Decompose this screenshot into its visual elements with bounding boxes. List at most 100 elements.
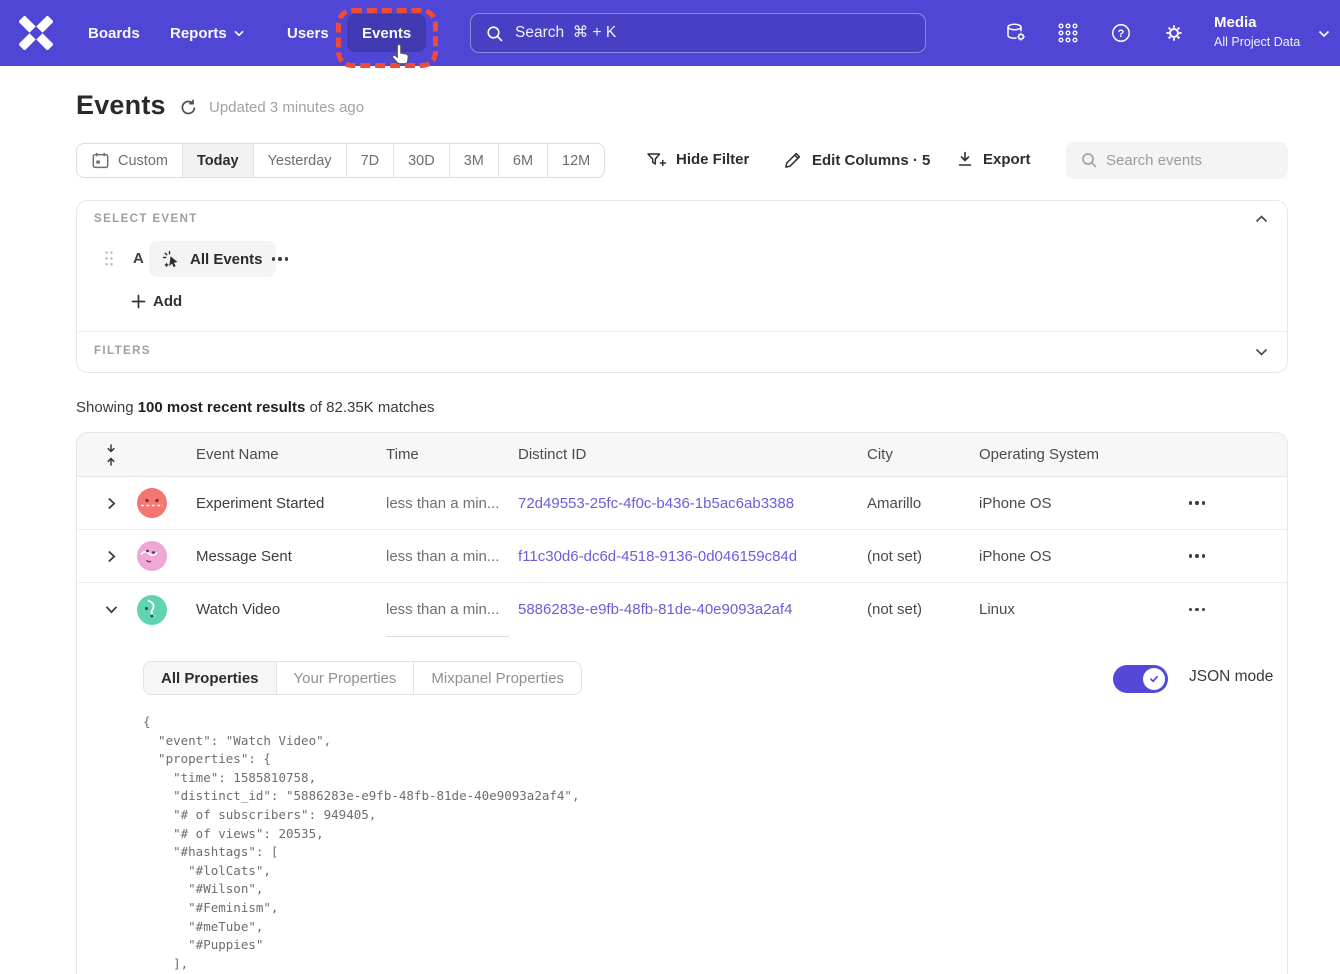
date-option-today[interactable]: Today (182, 144, 253, 177)
event-options-button[interactable] (266, 241, 294, 277)
event-name-cell: Watch Video (181, 601, 386, 618)
date-range-selector: Custom Today Yesterday 7D 30D 3M 6M 12M (76, 143, 605, 178)
properties-tabs: All Properties Your Properties Mixpanel … (143, 661, 582, 695)
tab-your-properties[interactable]: Your Properties (276, 662, 414, 694)
event-selector-chip[interactable]: All Events (149, 241, 276, 277)
column-header-os[interactable]: Operating System (979, 446, 1157, 463)
date-option-3m[interactable]: 3M (449, 144, 498, 177)
apps-grid-icon[interactable] (1056, 21, 1080, 45)
divider (77, 331, 1287, 332)
column-header-event-name[interactable]: Event Name (181, 446, 386, 463)
distinct-id-link[interactable]: 5886283e-e9fb-48fb-81de-40e9093a2af4 (518, 601, 867, 618)
event-name-cell: Experiment Started (181, 495, 386, 512)
add-event-button[interactable]: Add (131, 293, 182, 310)
chevron-down-icon[interactable] (1255, 348, 1268, 356)
row-menu-button[interactable] (1183, 602, 1211, 617)
chevron-right-icon[interactable] (107, 497, 116, 510)
date-option-30d[interactable]: 30D (393, 144, 449, 177)
row-menu-button[interactable] (1183, 495, 1211, 510)
time-cell: less than a min... (386, 601, 518, 618)
event-chip-label: All Events (190, 251, 263, 268)
os-cell: iPhone OS (979, 495, 1157, 512)
hide-filter-button[interactable]: Hide Filter (646, 150, 749, 169)
global-search-input[interactable] (471, 14, 925, 52)
events-search-box[interactable] (1066, 142, 1288, 179)
project-switcher[interactable]: Media All Project Data (1214, 13, 1300, 52)
tab-all-properties[interactable]: All Properties (144, 662, 276, 694)
events-table: Event Name Time Distinct ID City Operati… (76, 432, 1288, 974)
tab-mixpanel-properties[interactable]: Mixpanel Properties (413, 662, 581, 694)
project-scope: All Project Data (1214, 33, 1300, 52)
column-header-city[interactable]: City (867, 446, 979, 463)
mixpanel-logo-icon[interactable] (19, 16, 53, 50)
svg-text:?: ? (1118, 28, 1125, 40)
date-option-6m[interactable]: 6M (498, 144, 547, 177)
chevron-down-icon[interactable] (105, 605, 118, 614)
top-navigation-bar: Boards Reports Users Events (0, 0, 1340, 66)
help-icon[interactable]: ? (1109, 21, 1133, 45)
distinct-id-link[interactable]: 72d49553-25fc-4f0c-b436-1b5ac6ab3388 (518, 495, 867, 512)
collapse-rows-icon[interactable] (105, 444, 117, 466)
chevron-up-icon[interactable] (1255, 215, 1268, 223)
pencil-icon (783, 150, 803, 170)
calendar-icon (91, 151, 110, 170)
chevron-down-icon (234, 30, 244, 37)
data-management-icon[interactable] (1004, 21, 1028, 45)
table-header-row: Event Name Time Distinct ID City Operati… (77, 433, 1287, 477)
column-header-time[interactable]: Time (386, 446, 518, 463)
time-cell: less than a min... (386, 495, 518, 512)
nav-item-boards[interactable]: Boards (88, 0, 140, 66)
json-mode-label: JSON mode (1189, 668, 1273, 686)
date-option-7d[interactable]: 7D (346, 144, 394, 177)
project-name: Media (1214, 13, 1300, 33)
table-row[interactable]: Experiment Started less than a min... 72… (77, 477, 1287, 530)
json-mode-toggle[interactable] (1113, 665, 1168, 693)
event-avatar (137, 541, 167, 571)
date-option-custom[interactable]: Custom (77, 144, 182, 177)
nav-item-events[interactable]: Events (347, 14, 426, 52)
event-avatar (137, 595, 167, 625)
refresh-icon[interactable] (179, 98, 198, 122)
query-builder-card: SELECT EVENT A All Events (76, 200, 1288, 373)
column-header-distinct-id[interactable]: Distinct ID (518, 446, 867, 463)
funnel-plus-icon (646, 150, 667, 169)
time-cell: less than a min... (386, 548, 518, 565)
event-json-view: { "event": "Watch Video", "properties": … (143, 713, 580, 973)
nav-item-reports[interactable]: Reports (170, 0, 244, 66)
global-search-bar[interactable] (470, 13, 926, 53)
select-event-label: SELECT EVENT (94, 213, 198, 225)
distinct-id-link[interactable]: f11c30d6-dc6d-4518-9136-0d046159c84d (518, 548, 867, 565)
os-cell: Linux (979, 601, 1157, 618)
nav-item-label: Reports (170, 25, 227, 42)
city-cell: (not set) (867, 548, 979, 565)
toggle-knob (1143, 668, 1165, 690)
event-name-cell: Message Sent (181, 548, 386, 565)
chevron-right-icon[interactable] (107, 550, 116, 563)
filters-label: FILTERS (94, 345, 151, 357)
os-cell: iPhone OS (979, 548, 1157, 565)
export-button[interactable]: Export (956, 150, 1031, 168)
events-page: Boards Reports Users Events (0, 0, 1340, 974)
last-updated-text: Updated 3 minutes ago (209, 99, 364, 116)
sparkle-cursor-icon (162, 250, 181, 269)
plus-icon (131, 294, 146, 309)
settings-gear-icon[interactable] (1162, 21, 1186, 45)
chevron-down-icon[interactable] (1318, 30, 1330, 38)
drag-handle-icon[interactable] (104, 250, 114, 272)
date-option-12m[interactable]: 12M (547, 144, 604, 177)
event-avatar (137, 488, 167, 518)
table-row[interactable]: Message Sent less than a min... f11c30d6… (77, 530, 1287, 583)
download-icon (956, 150, 974, 168)
city-cell: Amarillo (867, 495, 979, 512)
events-search-input[interactable] (1066, 142, 1288, 179)
results-summary: Showing 100 most recent results of 82.35… (76, 399, 435, 416)
nav-item-users[interactable]: Users (287, 0, 329, 66)
table-row-expanded[interactable]: Watch Video less than a min... 5886283e-… (77, 583, 1287, 636)
check-icon (1148, 673, 1160, 685)
edit-columns-button[interactable]: Edit Columns · 5 (783, 150, 930, 170)
city-cell: (not set) (867, 601, 979, 618)
date-option-yesterday[interactable]: Yesterday (253, 144, 346, 177)
row-menu-button[interactable] (1183, 548, 1211, 563)
event-row-letter: A (133, 250, 144, 267)
event-detail-panel: All Properties Your Properties Mixpanel … (77, 636, 1287, 974)
